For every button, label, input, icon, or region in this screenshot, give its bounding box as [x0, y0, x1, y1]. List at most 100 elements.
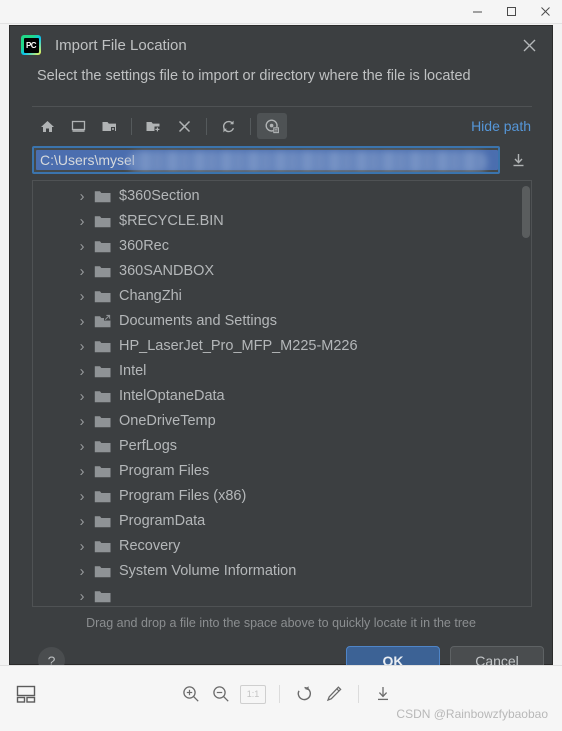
tree-row[interactable]: › OneDriveTemp	[33, 409, 521, 434]
folder-icon	[94, 289, 112, 305]
chevron-right-icon[interactable]: ›	[73, 563, 91, 581]
tree-row[interactable]: › $RECYCLE.BIN	[33, 209, 521, 234]
chevron-right-icon[interactable]: ›	[73, 263, 91, 281]
delete-button[interactable]	[169, 113, 199, 139]
tree-row-label: PerfLogs	[119, 438, 178, 455]
dialog-subtitle: Select the settings file to import or di…	[37, 68, 471, 84]
path-input[interactable]: C:\Users\mysel	[32, 146, 500, 174]
tree-row[interactable]: › ChangZhi	[33, 284, 521, 309]
tree-row[interactable]: › Program Files (x86)	[33, 484, 521, 509]
window-close-button[interactable]	[528, 0, 562, 23]
tree-row-label: Documents and Settings	[119, 313, 277, 330]
tree-row[interactable]: › Recovery	[33, 534, 521, 559]
project-folder-button[interactable]	[94, 113, 124, 139]
folder-icon	[94, 414, 112, 430]
download-icon	[513, 153, 523, 166]
tree-scrollbar[interactable]	[520, 181, 531, 606]
new-folder-icon	[146, 121, 160, 132]
folder-icon	[94, 439, 112, 455]
home-button[interactable]	[32, 113, 62, 139]
chevron-right-icon[interactable]: ›	[73, 288, 91, 306]
tree-row[interactable]: ›	[33, 584, 521, 606]
rotate-button[interactable]	[289, 680, 319, 708]
tree-row[interactable]: › HP_LaserJet_Pro_MFP_M225-M226	[33, 334, 521, 359]
tree-row[interactable]: › Documents and Settings	[33, 309, 521, 334]
toolbar-separator	[250, 117, 251, 135]
tree-row[interactable]: › IntelOptaneData	[33, 384, 521, 409]
folder-icon	[94, 514, 112, 530]
download-button[interactable]	[368, 680, 398, 708]
import-file-location-dialog: PC Import File Location Select the setti…	[9, 25, 553, 676]
dialog-divider	[32, 106, 532, 107]
chevron-right-icon[interactable]: ›	[73, 238, 91, 256]
close-icon	[523, 39, 535, 51]
actual-size-button[interactable]: 1:1	[240, 684, 266, 704]
os-titlebar	[0, 0, 562, 24]
zoom-out-button[interactable]	[206, 680, 236, 708]
tree-row-label: $360Section	[119, 188, 200, 205]
chevron-right-icon[interactable]: ›	[73, 588, 91, 606]
gallery-layout-button[interactable]	[12, 680, 40, 708]
folder-icon	[94, 364, 112, 380]
file-chooser-toolbar: Hide path	[32, 110, 532, 142]
chevron-right-icon[interactable]: ›	[73, 363, 91, 381]
refresh-button[interactable]	[213, 113, 243, 139]
folder-icon	[94, 489, 112, 505]
chevron-right-icon[interactable]: ›	[73, 338, 91, 356]
path-redaction-blur	[128, 151, 488, 172]
chevron-right-icon[interactable]: ›	[73, 488, 91, 506]
new-folder-button[interactable]	[138, 113, 168, 139]
chevron-right-icon[interactable]: ›	[73, 388, 91, 406]
maximize-icon	[506, 7, 516, 16]
tree-scrollbar-thumb[interactable]	[522, 186, 530, 238]
path-download-button[interactable]	[504, 146, 532, 174]
tree-row[interactable]: › 360Rec	[33, 234, 521, 259]
tree-row-label: IntelOptaneData	[119, 388, 225, 405]
csdn-watermark: CSDN @Rainbowzfybaobao	[396, 707, 548, 721]
chevron-right-icon[interactable]: ›	[73, 413, 91, 431]
dialog-title: Import File Location	[55, 36, 187, 54]
delete-icon	[178, 120, 190, 132]
edit-button[interactable]	[319, 680, 349, 708]
folder-icon	[94, 239, 112, 255]
toolbar-separator	[206, 117, 207, 135]
tree-row-label: Program Files (x86)	[119, 488, 247, 505]
tree-row[interactable]: › ProgramData	[33, 509, 521, 534]
path-input-value: C:\Users\mysel	[40, 152, 135, 168]
tree-row[interactable]: › System Volume Information	[33, 559, 521, 584]
chevron-right-icon[interactable]: ›	[73, 313, 91, 331]
project-folder-icon	[102, 121, 116, 131]
file-tree-list: › $360Section › $RECYCLE.BIN › 360Rec › 360SAND…	[33, 184, 521, 606]
chevron-right-icon[interactable]: ›	[73, 188, 91, 206]
dialog-title-bar: PC Import File Location	[10, 26, 552, 64]
chevron-right-icon[interactable]: ›	[73, 538, 91, 556]
zoom-in-icon	[183, 686, 199, 702]
tree-row[interactable]: › Intel	[33, 359, 521, 384]
viewer-separator	[358, 685, 359, 703]
window-minimize-button[interactable]	[460, 0, 494, 23]
chevron-right-icon[interactable]: ›	[73, 463, 91, 481]
rotate-icon	[297, 686, 311, 701]
folder-icon	[94, 589, 112, 605]
folder-icon	[94, 539, 112, 555]
chevron-right-icon[interactable]: ›	[73, 213, 91, 231]
hide-path-link[interactable]: Hide path	[471, 118, 532, 134]
chevron-right-icon[interactable]: ›	[73, 513, 91, 531]
tree-row[interactable]: › $360Section	[33, 184, 521, 209]
window-maximize-button[interactable]	[494, 0, 528, 23]
image-viewer-toolbar: 1:1 CSDN @Rainbowzfybaobao	[0, 665, 562, 731]
tree-row[interactable]: › 360SANDBOX	[33, 259, 521, 284]
pycharm-logo-icon: PC	[21, 35, 41, 55]
tree-row-label: Program Files	[119, 463, 210, 480]
tree-row-label: Intel	[119, 363, 147, 380]
path-row: C:\Users\mysel	[32, 146, 532, 174]
file-tree[interactable]: › $360Section › $RECYCLE.BIN › 360Rec › 360SAND…	[32, 180, 532, 607]
toggle-hidden-files-button[interactable]	[257, 113, 287, 139]
tree-row[interactable]: › PerfLogs	[33, 434, 521, 459]
tree-row[interactable]: › Program Files	[33, 459, 521, 484]
desktop-button[interactable]	[63, 113, 93, 139]
chevron-right-icon[interactable]: ›	[73, 438, 91, 456]
viewer-separator	[279, 685, 280, 703]
zoom-in-button[interactable]	[176, 680, 206, 708]
dialog-close-button[interactable]	[516, 32, 542, 58]
